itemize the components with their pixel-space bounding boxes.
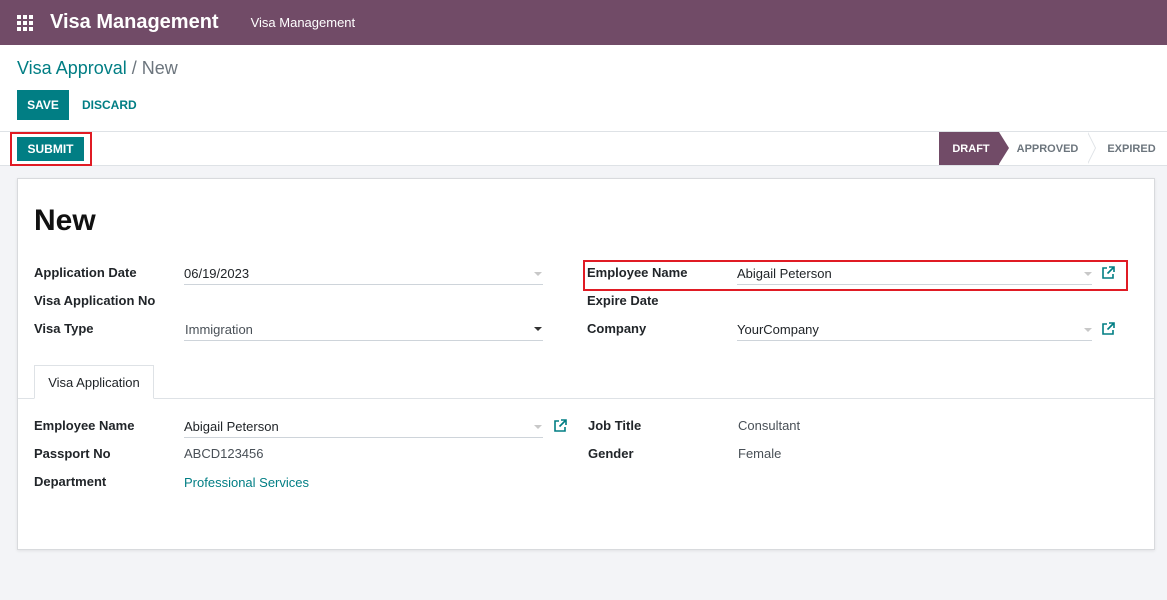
stage-draft[interactable]: DRAFT	[939, 132, 1009, 165]
tab-employee-name-input[interactable]: Abigail Peterson	[184, 419, 279, 434]
breadcrumb-parent-link[interactable]: Visa Approval	[17, 58, 127, 78]
company-label: Company	[587, 321, 647, 336]
gender-label: Gender	[588, 446, 634, 461]
chevron-down-icon[interactable]	[534, 425, 542, 429]
visa-type-label: Visa Type	[34, 321, 94, 336]
menu-item-visa-management[interactable]: Visa Management	[251, 15, 356, 30]
visa-type-select[interactable]: Immigration	[185, 322, 253, 337]
passport-no-value: ABCD123456	[184, 446, 264, 461]
tab-employee-name-label: Employee Name	[34, 418, 135, 433]
form-sheet: New Application Date 06/19/2023 Visa App…	[17, 178, 1155, 550]
job-title-value: Consultant	[738, 418, 801, 433]
company-input[interactable]: YourCompany	[737, 322, 819, 337]
external-link-icon[interactable]	[1101, 266, 1115, 280]
chevron-down-icon[interactable]	[1084, 272, 1092, 276]
apps-menu-icon[interactable]	[0, 0, 50, 45]
employee-name-label: Employee Name	[587, 265, 688, 280]
department-label: Department	[34, 474, 107, 489]
save-button[interactable]: SAVE	[17, 90, 69, 120]
breadcrumb-current: New	[141, 58, 178, 78]
submit-button[interactable]: SUBMIT	[17, 137, 84, 161]
company-underline	[737, 340, 1092, 341]
employee-name-input[interactable]: Abigail Peterson	[737, 266, 832, 281]
application-date-value[interactable]: 06/19/2023	[184, 266, 249, 281]
stage-expired[interactable]: EXPIRED	[1088, 132, 1167, 165]
breadcrumb-separator: /	[131, 58, 137, 78]
stage-approved[interactable]: APPROVED	[999, 132, 1096, 165]
chevron-down-icon[interactable]	[534, 272, 542, 276]
record-title: New	[34, 204, 96, 237]
external-link-icon[interactable]	[553, 419, 567, 433]
expire-date-label: Expire Date	[587, 293, 659, 308]
application-date-underline	[184, 284, 543, 285]
job-title-label: Job Title	[588, 418, 642, 433]
stage-pipeline: DRAFT APPROVED EXPIRED	[939, 132, 1167, 165]
department-link[interactable]: Professional Services	[184, 475, 309, 490]
chevron-down-icon[interactable]	[1084, 328, 1092, 332]
visa-type-underline	[184, 340, 543, 341]
tab-employee-name-underline	[184, 437, 543, 438]
top-navbar: Visa Management Visa Management	[0, 0, 1167, 45]
external-link-icon[interactable]	[1101, 322, 1115, 336]
chevron-down-icon[interactable]	[534, 327, 542, 331]
app-brand[interactable]: Visa Management	[50, 11, 219, 34]
application-date-label: Application Date	[34, 265, 137, 280]
tabs-divider	[18, 398, 1154, 399]
employee-name-underline	[737, 284, 1092, 285]
passport-no-label: Passport No	[34, 446, 111, 461]
breadcrumb: Visa Approval / New	[17, 58, 178, 79]
gender-value: Female	[738, 446, 782, 461]
visa-application-no-label: Visa Application No	[34, 293, 156, 308]
discard-button[interactable]: DISCARD	[82, 90, 137, 120]
tab-visa-application[interactable]: Visa Application	[34, 365, 154, 399]
control-panel: Visa Approval / New SAVE DISCARD	[0, 45, 1167, 132]
status-bar: SUBMIT DRAFT APPROVED EXPIRED	[0, 131, 1167, 166]
